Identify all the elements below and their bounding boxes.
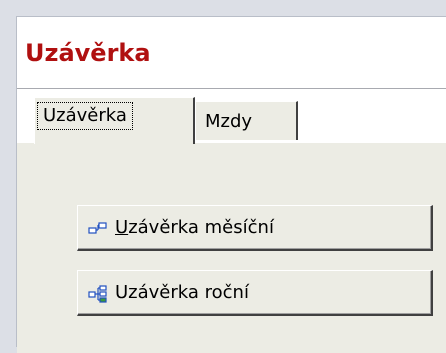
monthly-closing-label: Uzávěrka měsíční (115, 217, 274, 239)
closing-window: Uzávěrka Uzávěrka Mzdy Uzávěrka měsíční (16, 16, 446, 353)
monthly-closing-label-rest: závěrka měsíční (128, 217, 274, 238)
tab-uzaverka[interactable]: Uzávěrka (34, 97, 195, 144)
title-divider (17, 88, 446, 89)
tab-mzdy-label: Mzdy (205, 111, 253, 132)
tab-mzdy[interactable]: Mzdy (195, 101, 298, 140)
tree-hierarchy-icon (88, 284, 108, 304)
monthly-closing-button[interactable]: Uzávěrka měsíční (77, 205, 433, 251)
access-key-u: U (115, 217, 129, 238)
yearly-closing-button[interactable]: Uzávěrka roční (77, 270, 433, 316)
page-title: Uzávěrka (25, 39, 151, 67)
tab-uzaverka-label: Uzávěrka (37, 102, 133, 130)
yearly-closing-label: Uzávěrka roční (115, 282, 249, 303)
tree-nodes-icon (88, 219, 108, 239)
